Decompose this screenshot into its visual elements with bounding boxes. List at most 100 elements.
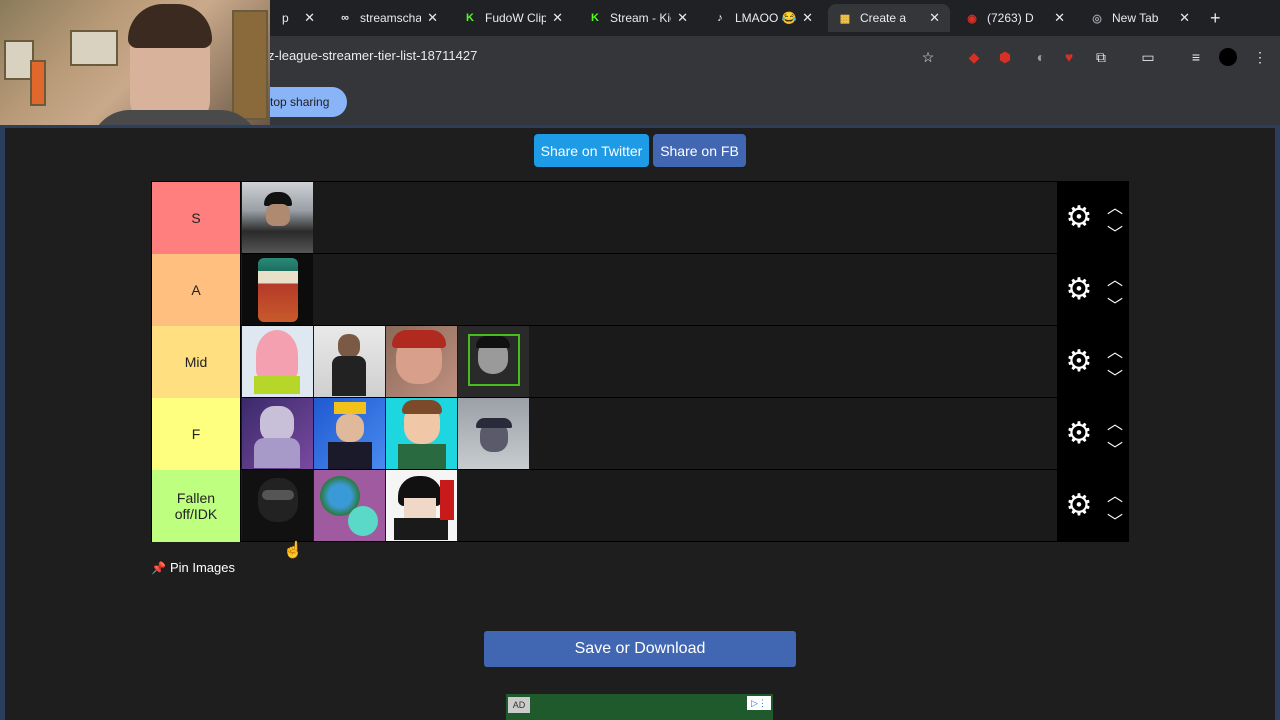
close-icon[interactable]: ✕ xyxy=(929,10,940,26)
tab-title: Create a xyxy=(860,11,907,25)
adchoices-icon[interactable]: ▷⋮ xyxy=(747,696,771,710)
close-icon[interactable]: ✕ xyxy=(1179,10,1190,26)
browser-tab[interactable]: ∞ streamschar ✕ xyxy=(328,4,448,32)
tier-controls: ⚙ ︿ ﹀ xyxy=(1057,182,1128,254)
tier-label[interactable]: Mid xyxy=(152,326,241,398)
chevron-down-icon[interactable]: ﹀ xyxy=(1105,508,1125,531)
close-icon[interactable]: ✕ xyxy=(1054,10,1065,26)
stop-sharing-button[interactable]: top sharing xyxy=(262,87,347,117)
chevron-down-icon[interactable]: ﹀ xyxy=(1105,220,1125,243)
tab-title: New Tab xyxy=(1112,11,1159,25)
tier-items xyxy=(242,326,530,398)
browser-tab[interactable]: ◎ New Tab ✕ xyxy=(1080,4,1200,32)
streamscharts-icon: ∞ xyxy=(341,12,349,24)
tier-item-image[interactable] xyxy=(458,326,529,397)
gear-icon[interactable]: ⚙ xyxy=(1065,419,1093,449)
tier-label[interactable]: S xyxy=(152,182,241,254)
gear-icon[interactable]: ⚙ xyxy=(1065,347,1093,377)
close-icon[interactable]: ✕ xyxy=(427,10,438,26)
gear-icon[interactable]: ⚙ xyxy=(1065,275,1093,305)
ad-banner[interactable]: AD ▷⋮ xyxy=(506,694,773,720)
save-download-button[interactable]: Save or Download xyxy=(484,631,796,667)
tier-item-image[interactable] xyxy=(242,398,313,469)
hand-cursor-icon: ☝ xyxy=(283,542,303,559)
address-bar-url[interactable]: z-league-streamer-tier-list-18711427 xyxy=(268,48,477,63)
tier-item-image[interactable] xyxy=(242,182,313,253)
close-icon[interactable]: ✕ xyxy=(304,10,315,26)
tab-title: streamschar xyxy=(360,11,422,25)
tier-controls: ⚙ ︿ ﹀ xyxy=(1057,254,1128,326)
gear-icon[interactable]: ⚙ xyxy=(1065,491,1093,521)
browser-tab[interactable]: K Stream - Kic ✕ xyxy=(578,4,698,32)
tier-item-image[interactable] xyxy=(242,470,313,541)
chevron-down-icon[interactable]: ﹀ xyxy=(1105,292,1125,315)
tier-items xyxy=(242,182,314,254)
pushpin-icon: 📌 xyxy=(151,560,166,575)
tier-list: S ⚙ ︿ ﹀ A ⚙ ︿ ﹀ Mid ⚙ ︿ ﹀ F ⚙ ︿ ﹀ Fallen… xyxy=(151,181,1129,542)
extension-icon[interactable]: ◐ xyxy=(1032,48,1050,66)
tier-row-a: A ⚙ ︿ ﹀ xyxy=(152,254,1128,326)
tier-item-image[interactable] xyxy=(314,470,385,541)
share-fb-button[interactable]: Share on FB xyxy=(653,134,746,167)
tier-item-image[interactable] xyxy=(242,254,313,325)
tab-title: LMAOO 😂 xyxy=(735,11,797,25)
tier-controls: ⚙ ︿ ﹀ xyxy=(1057,470,1128,542)
wall-poster xyxy=(70,30,118,66)
chrome-icon: ◎ xyxy=(1092,12,1102,25)
chevron-up-icon[interactable]: ︿ xyxy=(1105,482,1125,505)
media-controls-icon[interactable]: ≡ xyxy=(1187,48,1205,66)
tier-items xyxy=(242,470,458,542)
tier-label[interactable]: A xyxy=(152,254,241,326)
tab-title: Stream - Kic xyxy=(610,11,672,25)
tier-label[interactable]: F xyxy=(152,398,241,470)
browser-tab[interactable]: ◉ (7263) D ✕ xyxy=(955,4,1075,32)
pin-images-label: Pin Images xyxy=(169,560,235,575)
tab-title: (7263) D xyxy=(987,11,1034,25)
browser-tab-active[interactable]: ▦ Create a ✕ xyxy=(828,4,950,32)
browser-tab[interactable]: ♪ LMAOO 😂 ✕ xyxy=(703,4,823,32)
chevron-down-icon[interactable]: ﹀ xyxy=(1105,364,1125,387)
gear-icon[interactable]: ⚙ xyxy=(1065,203,1093,233)
close-icon[interactable]: ✕ xyxy=(552,10,563,26)
share-twitter-button[interactable]: Share on Twitter xyxy=(534,134,649,167)
tier-item-image[interactable] xyxy=(386,398,457,469)
tier-items xyxy=(242,398,530,470)
bookmark-star-icon[interactable]: ☆ xyxy=(919,48,937,66)
chevron-up-icon[interactable]: ︿ xyxy=(1105,266,1125,289)
tier-row-s: S ⚙ ︿ ﹀ xyxy=(152,182,1128,254)
heart-extension-icon[interactable]: ♥ xyxy=(1060,48,1078,66)
tiktok-icon: ♪ xyxy=(717,12,723,24)
puzzle-extensions-icon[interactable]: ⧉ xyxy=(1092,48,1110,66)
browser-tab[interactable]: K FudoW Clips ✕ xyxy=(453,4,573,32)
profile-avatar[interactable] xyxy=(1219,48,1237,66)
bookshelf xyxy=(232,10,268,120)
person-hair xyxy=(128,4,212,48)
tier-item-image[interactable] xyxy=(386,326,457,397)
chevron-up-icon[interactable]: ︿ xyxy=(1105,410,1125,433)
tier-label[interactable]: Fallen off/IDK xyxy=(152,470,241,542)
close-icon[interactable]: ✕ xyxy=(677,10,688,26)
tiermaker-icon: ▦ xyxy=(839,12,851,25)
tier-item-image[interactable] xyxy=(314,326,385,397)
chevron-up-icon[interactable]: ︿ xyxy=(1105,338,1125,361)
tier-item-image[interactable] xyxy=(242,326,313,397)
tier-item-image[interactable] xyxy=(386,470,457,541)
ad-badge: AD xyxy=(508,697,530,713)
tier-row-f: F ⚙ ︿ ﹀ xyxy=(152,398,1128,470)
menu-dots-icon[interactable]: ⋮ xyxy=(1251,48,1269,66)
tier-row-mid: Mid ⚙ ︿ ﹀ xyxy=(152,326,1128,398)
cast-icon[interactable]: ▭ xyxy=(1139,48,1157,66)
tier-item-image[interactable] xyxy=(458,398,529,469)
chevron-up-icon[interactable]: ︿ xyxy=(1105,194,1125,217)
chevron-down-icon[interactable]: ﹀ xyxy=(1105,436,1125,459)
adblock-icon[interactable]: ⬢ xyxy=(996,48,1014,66)
close-icon[interactable]: ✕ xyxy=(802,10,813,26)
tier-row-fallen-off: Fallen off/IDK ⚙ ︿ ﹀ xyxy=(152,470,1128,542)
kick-icon: K xyxy=(591,12,599,24)
new-tab-plus-icon[interactable]: + xyxy=(1210,8,1221,29)
tier-controls: ⚙ ︿ ﹀ xyxy=(1057,398,1128,470)
tier-item-image[interactable] xyxy=(314,398,385,469)
extension-badge-icon[interactable]: ◆ xyxy=(965,48,983,66)
pin-images-toggle[interactable]: 📌 Pin Images xyxy=(151,560,235,575)
wall-skateboard xyxy=(30,60,46,106)
